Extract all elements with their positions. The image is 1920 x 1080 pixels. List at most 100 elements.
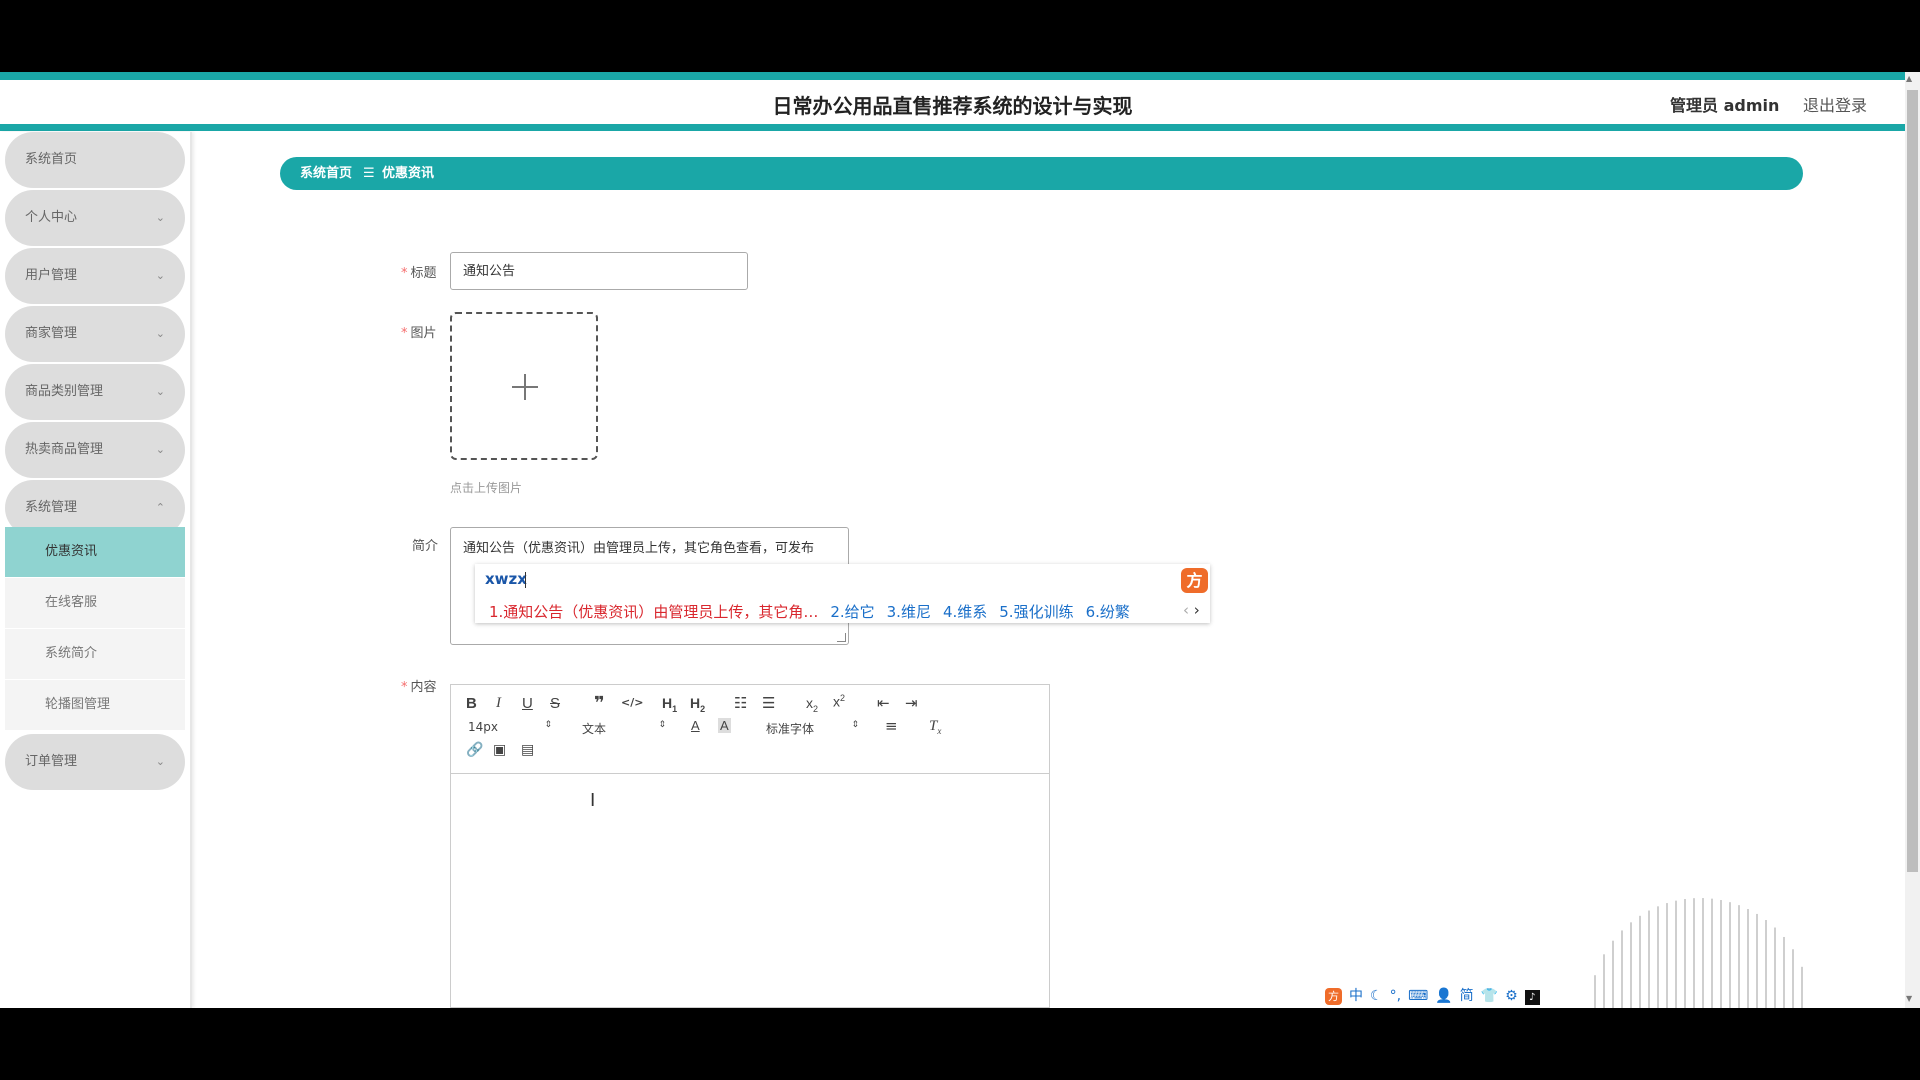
intro-label: 简介	[412, 539, 439, 554]
chevron-right-icon[interactable]: ›	[1194, 601, 1200, 619]
upload-hint: 点击上传图片	[450, 481, 523, 495]
ime-logo-icon[interactable]: 方	[1325, 988, 1342, 1005]
sidebar-subitem-promotions[interactable]: 优惠资讯	[5, 527, 185, 577]
sidebar-item-label: 热卖商品管理	[25, 442, 104, 457]
sidebar-subitem-system-intro[interactable]: 系统简介	[5, 629, 185, 679]
ime-mode-chinese[interactable]: 中	[1349, 988, 1363, 1004]
subscript-icon[interactable]: x2	[806, 695, 818, 714]
gear-icon[interactable]: ⚙	[1505, 988, 1518, 1004]
background-color-icon[interactable]: A	[718, 718, 731, 733]
text-color-icon[interactable]: A	[691, 718, 700, 733]
superscript-icon[interactable]: x2	[833, 693, 845, 710]
sidebar-item-home[interactable]: 系统首页	[5, 132, 185, 188]
font-size-select[interactable]: 14px ⇕	[468, 720, 552, 734]
skin-icon[interactable]: 👕	[1481, 988, 1498, 1004]
decorative-stripes	[1594, 898, 1803, 1008]
breadcrumb-current: 优惠资讯	[382, 166, 435, 181]
sidebar-subitem-online-service[interactable]: 在线客服	[5, 578, 185, 628]
ime-candidate-window: xwzx 方 1.通知公告（优惠资讯）由管理员上传，其它角… 2.给它 3.维尼 4.…	[475, 564, 1210, 623]
moon-icon[interactable]: ☾	[1370, 988, 1383, 1004]
sidebar-item-hot-products[interactable]: 热卖商品管理 ⌄	[5, 422, 185, 478]
bullet-list-icon[interactable]: ☰	[762, 694, 775, 712]
ime-page-arrows[interactable]: ‹ ›	[1183, 601, 1200, 619]
breadcrumb-separator-icon: ☰	[363, 166, 375, 181]
sidebar-item-user-management[interactable]: 用户管理 ⌄	[5, 248, 185, 304]
breadcrumb-home[interactable]: 系统首页	[300, 157, 352, 190]
italic-icon[interactable]: I	[496, 695, 501, 712]
content-label: * 内容	[401, 680, 437, 695]
outdent-icon[interactable]: ⇤	[877, 694, 890, 712]
ime-candidate[interactable]: 3.维尼	[887, 603, 931, 621]
indent-icon[interactable]: ⇥	[905, 694, 918, 712]
code-block-icon[interactable]: </>	[621, 696, 643, 709]
video-icon[interactable]: ▤	[521, 742, 534, 758]
image-label: * 图片	[401, 326, 437, 341]
underline-icon[interactable]: U	[522, 695, 533, 712]
sidebar-item-order-management[interactable]: 订单管理 ⌄	[5, 734, 185, 790]
link-icon[interactable]: 🔗	[466, 742, 483, 758]
select-arrow-icon: ⇕	[544, 720, 552, 730]
sidebar: 系统首页 个人中心 ⌄ 用户管理 ⌄ 商家管理 ⌄ 商品类别管理 ⌄ 热卖商品管…	[0, 132, 192, 1008]
ime-caret	[525, 572, 526, 588]
scroll-down-icon[interactable]: ▼	[1906, 994, 1912, 1003]
tiktok-icon[interactable]: ♪	[1524, 990, 1540, 1005]
ime-candidate[interactable]: 5.强化训练	[999, 603, 1073, 621]
breadcrumb: 系统首页 ☰ 优惠资讯	[280, 157, 1803, 190]
align-icon[interactable]: ≡	[885, 717, 898, 735]
intro-text: 通知公告（优惠资讯）由管理员上传，其它角色查看，可发布	[463, 541, 815, 556]
ime-toolbar: 方中 ☾ °, ⌨ 👤 简 👕 ⚙ ♪	[1325, 985, 1547, 1005]
app-window: 日常办公用品直售推荐系统的设计与实现 管理员 admin 退出登录 系统首页 个…	[0, 72, 1920, 1008]
bold-icon[interactable]: B	[466, 695, 477, 712]
ime-candidate[interactable]: 4.维系	[943, 603, 987, 621]
sidebar-subitem-label: 优惠资讯	[45, 544, 98, 559]
font-family-select[interactable]: 标准字体 ⇕	[766, 720, 859, 737]
clear-format-icon[interactable]: Tx	[929, 718, 941, 736]
sidebar-item-label: 用户管理	[25, 268, 78, 283]
scrollbar-thumb[interactable]	[1907, 90, 1918, 872]
image-icon[interactable]: ▣	[493, 742, 506, 758]
sidebar-item-merchant-management[interactable]: 商家管理 ⌄	[5, 306, 185, 362]
ime-logo-icon[interactable]: 方	[1181, 568, 1208, 593]
chevron-left-icon[interactable]: ‹	[1183, 601, 1189, 619]
logout-button[interactable]: 退出登录	[1803, 92, 1867, 116]
ordered-list-icon[interactable]: ☷	[734, 694, 747, 712]
chevron-down-icon: ⌄	[155, 269, 165, 282]
sidebar-subitem-label: 系统简介	[45, 646, 98, 661]
title-input[interactable]: 通知公告	[450, 252, 748, 290]
strikethrough-icon[interactable]: S	[550, 695, 560, 712]
chevron-down-icon: ⌄	[155, 327, 165, 340]
text-cursor-icon: I	[590, 790, 596, 811]
scroll-up-icon[interactable]: ▲	[1906, 74, 1912, 83]
current-user: 管理员 admin	[1670, 96, 1780, 115]
user-icon[interactable]: 👤	[1435, 988, 1452, 1004]
editor-content-area[interactable]	[451, 773, 1049, 1007]
resize-handle[interactable]	[837, 633, 846, 642]
blockquote-icon[interactable]: ❞	[594, 693, 605, 714]
ime-candidates: 1.通知公告（优惠资讯）由管理员上传，其它角… 2.给它 3.维尼 4.维系 5.强化训…	[489, 601, 1142, 622]
chevron-down-icon: ⌄	[155, 211, 165, 224]
title-label: * 标题	[401, 266, 437, 281]
chevron-down-icon: ⌄	[155, 385, 165, 398]
sidebar-item-label: 订单管理	[25, 754, 78, 769]
top-accent-bar	[0, 72, 1905, 80]
heading2-icon[interactable]: H2	[690, 695, 705, 714]
sidebar-item-personal-center[interactable]: 个人中心 ⌄	[5, 190, 185, 246]
ime-candidate[interactable]: 2.给它	[830, 603, 874, 621]
chevron-down-icon: ⌄	[155, 443, 165, 456]
punctuation-icon[interactable]: °,	[1390, 988, 1401, 1004]
ime-composition: xwzx	[485, 570, 527, 588]
image-upload-button[interactable]	[450, 312, 598, 460]
ime-candidate[interactable]: 6.纷繁	[1086, 603, 1130, 621]
sidebar-item-category-management[interactable]: 商品类别管理 ⌄	[5, 364, 185, 420]
select-arrow-icon: ⇕	[851, 720, 859, 730]
sidebar-item-label: 商家管理	[25, 326, 78, 341]
ime-simplified[interactable]: 简	[1460, 988, 1474, 1004]
heading1-icon[interactable]: H1	[662, 695, 677, 714]
sidebar-subitem-label: 在线客服	[45, 595, 98, 610]
keyboard-icon[interactable]: ⌨	[1408, 988, 1428, 1004]
required-mark: *	[401, 326, 408, 341]
sidebar-subitem-carousel[interactable]: 轮播图管理	[5, 680, 185, 730]
ime-candidate[interactable]: 1.通知公告（优惠资讯）由管理员上传，其它角…	[489, 603, 818, 621]
required-mark: *	[401, 266, 408, 281]
block-type-select[interactable]: 文本 ⇕	[582, 720, 666, 737]
